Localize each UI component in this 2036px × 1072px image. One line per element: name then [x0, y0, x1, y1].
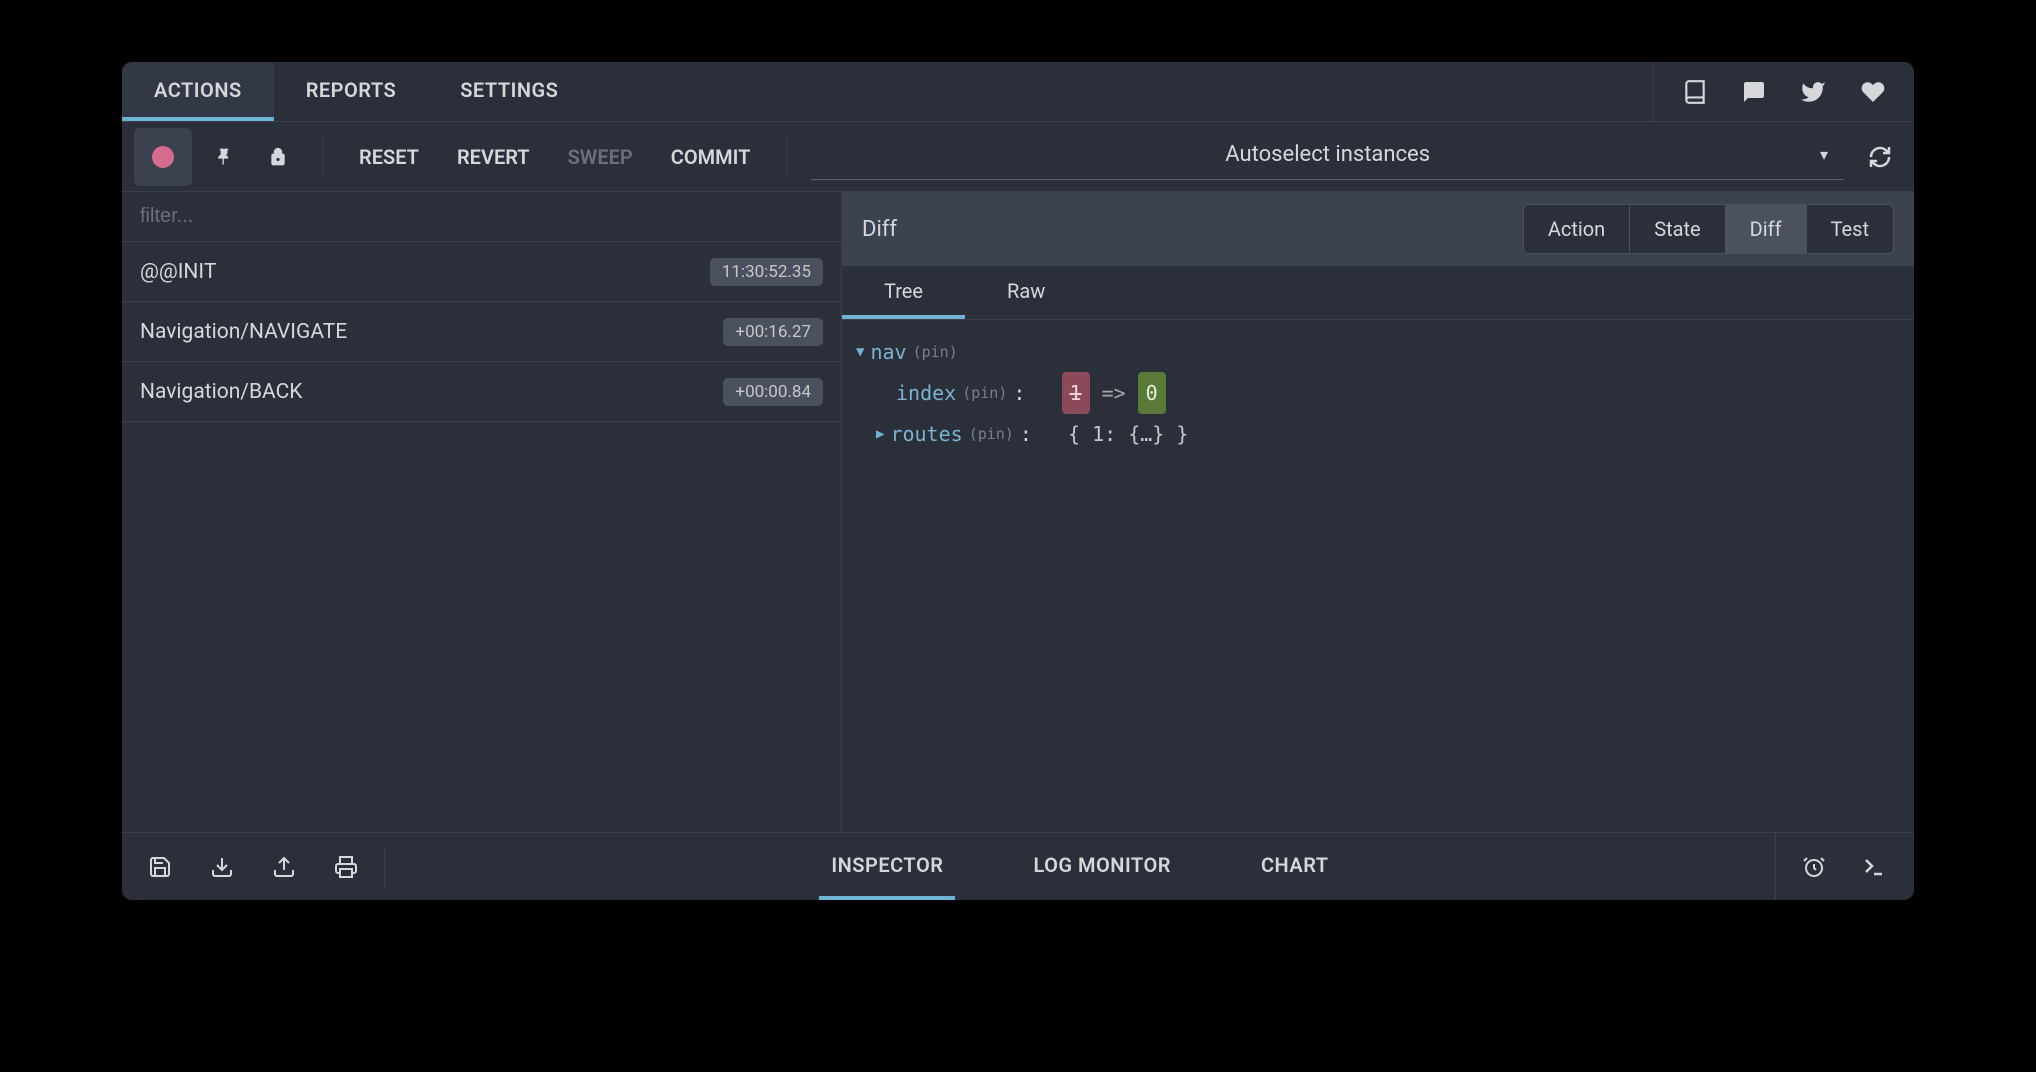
record-button[interactable]: [134, 128, 192, 186]
tree-key: nav: [870, 332, 906, 372]
upload-icon[interactable]: [272, 855, 296, 879]
action-time: 11:30:52.35: [710, 258, 823, 286]
docs-icon[interactable]: [1682, 79, 1708, 105]
tree-key: index: [896, 373, 956, 413]
subtab-tree[interactable]: Tree: [842, 266, 965, 319]
action-time: +00:00.84: [723, 378, 823, 406]
record-icon: [152, 146, 174, 168]
top-tabs: ACTIONS REPORTS SETTINGS: [122, 62, 1914, 122]
download-icon[interactable]: [210, 855, 234, 879]
diff-panel: Diff Action State Diff Test Tree Raw ▼ n…: [842, 192, 1914, 832]
diff-added-value: 0: [1138, 372, 1166, 414]
tree-node-routes[interactable]: ▶ routes (pin): { 1: {…} }: [856, 414, 1900, 454]
actions-panel: @@INIT 11:30:52.35 Navigation/NAVIGATE +…: [122, 192, 842, 832]
view-diff-button[interactable]: Diff: [1726, 204, 1807, 254]
reset-button[interactable]: RESET: [345, 145, 433, 169]
action-row[interactable]: Navigation/NAVIGATE +00:16.27: [122, 302, 841, 362]
view-action-button[interactable]: Action: [1523, 204, 1630, 254]
pin-label[interactable]: (pin): [913, 337, 958, 367]
tab-reports[interactable]: REPORTS: [274, 62, 429, 121]
print-icon[interactable]: [334, 855, 358, 879]
tree-key: routes: [890, 414, 962, 454]
tab-actions[interactable]: ACTIONS: [122, 62, 274, 121]
chat-icon[interactable]: [1742, 80, 1766, 104]
footer-tab-log-monitor[interactable]: LOG MONITOR: [1021, 833, 1183, 900]
refresh-button[interactable]: [1856, 145, 1904, 169]
view-state-button[interactable]: State: [1630, 204, 1725, 254]
twitter-icon[interactable]: [1800, 79, 1826, 105]
action-time: +00:16.27: [723, 318, 823, 346]
tab-settings[interactable]: SETTINGS: [428, 62, 590, 121]
action-row[interactable]: @@INIT 11:30:52.35: [122, 242, 841, 302]
commit-button[interactable]: COMMIT: [657, 145, 765, 169]
filter-input[interactable]: [122, 192, 841, 241]
toolbar: RESET REVERT SWEEP COMMIT Autoselect ins…: [122, 122, 1914, 192]
view-switch: Action State Diff Test: [1523, 204, 1894, 254]
colon: :: [1020, 414, 1032, 454]
colon: :: [1013, 373, 1025, 413]
action-name: @@INIT: [140, 260, 216, 284]
action-name: Navigation/NAVIGATE: [140, 320, 347, 344]
caret-right-icon: ▶: [876, 420, 884, 448]
save-icon[interactable]: [148, 855, 172, 879]
pin-button[interactable]: [202, 128, 246, 186]
pin-label[interactable]: (pin): [962, 378, 1007, 408]
action-name: Navigation/BACK: [140, 380, 302, 404]
chevron-down-icon: ▾: [1820, 145, 1828, 164]
caret-down-icon: ▼: [856, 338, 864, 366]
pin-label[interactable]: (pin): [969, 419, 1014, 449]
instances-label: Autoselect instances: [1225, 142, 1430, 167]
instances-selector[interactable]: Autoselect instances ▾: [811, 130, 1844, 180]
diff-removed-value: 1: [1062, 372, 1090, 414]
lock-button[interactable]: [256, 128, 300, 186]
diff-title: Diff: [862, 217, 897, 242]
tree-content: ▼ nav (pin) index (pin): 1 => 0 ▶ routes…: [842, 320, 1914, 832]
timer-icon[interactable]: [1802, 855, 1826, 879]
tree-node-index[interactable]: index (pin): 1 => 0: [856, 372, 1900, 414]
tree-node-nav[interactable]: ▼ nav (pin): [856, 332, 1900, 372]
diff-subtabs: Tree Raw: [842, 266, 1914, 320]
action-row[interactable]: Navigation/BACK +00:00.84: [122, 362, 841, 422]
sweep-button[interactable]: SWEEP: [554, 145, 647, 169]
terminal-icon[interactable]: [1860, 855, 1888, 879]
heart-icon[interactable]: [1860, 79, 1886, 105]
revert-button[interactable]: REVERT: [443, 145, 544, 169]
subtab-raw[interactable]: Raw: [965, 266, 1087, 319]
footer-tab-chart[interactable]: CHART: [1249, 833, 1341, 900]
arrow-icon: =>: [1102, 373, 1126, 413]
tree-preview: { 1: {…} }: [1068, 414, 1188, 454]
view-test-button[interactable]: Test: [1807, 204, 1894, 254]
footer: INSPECTOR LOG MONITOR CHART: [122, 832, 1914, 900]
footer-tab-inspector[interactable]: INSPECTOR: [819, 833, 955, 900]
